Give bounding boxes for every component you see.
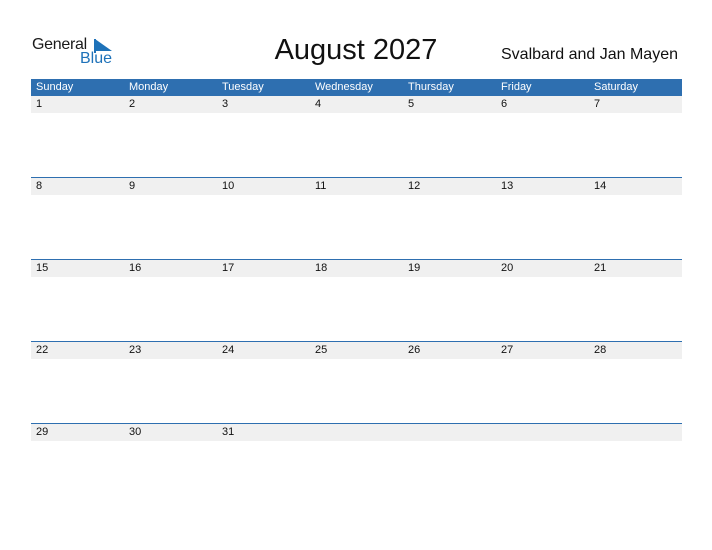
day-cell: 25 [315, 344, 328, 356]
week-row: 1 2 3 4 5 6 7 [31, 96, 682, 177]
day-cell: 12 [408, 180, 421, 192]
day-cell: 17 [222, 262, 235, 274]
weekday-wednesday: Wednesday [315, 81, 373, 93]
day-cell [310, 424, 403, 441]
weekday-thursday: Thursday [408, 81, 454, 93]
day-cell: 7 [594, 98, 601, 110]
day-cell: 11 [315, 180, 327, 192]
day-cell: 13 [501, 180, 514, 192]
day-cell: 8 [36, 180, 43, 192]
day-cell: 28 [594, 344, 607, 356]
day-cell: 6 [501, 98, 508, 110]
day-cell: 9 [129, 180, 136, 192]
day-cell: 10 [222, 180, 235, 192]
week-row: 15 16 17 18 19 20 21 [31, 259, 682, 341]
date-strip: 22 23 24 25 26 27 28 [31, 342, 682, 359]
day-cell: 31 [222, 426, 235, 438]
day-cell: 2 [129, 98, 136, 110]
weekday-friday: Friday [501, 81, 532, 93]
day-cell: 18 [315, 262, 328, 274]
day-cell: 5 [408, 98, 415, 110]
week-row: 8 9 10 11 12 13 14 [31, 177, 682, 259]
day-cell: 29 [36, 426, 49, 438]
date-strip: 8 9 10 11 12 13 14 [31, 178, 682, 195]
day-cell: 14 [594, 180, 607, 192]
week-row: 29 30 31 [31, 423, 682, 505]
calendar-grid: Sunday Monday Tuesday Wednesday Thursday… [31, 79, 682, 505]
day-cell: 23 [129, 344, 142, 356]
day-cell: 30 [129, 426, 142, 438]
day-cell: 3 [222, 98, 229, 110]
day-cell: 4 [315, 98, 322, 110]
day-cell [496, 424, 589, 441]
date-strip: 15 16 17 18 19 20 21 [31, 260, 682, 277]
weekday-sunday: Sunday [36, 81, 74, 93]
date-strip: 29 30 31 [31, 424, 682, 441]
weekday-saturday: Saturday [594, 81, 639, 93]
day-cell: 15 [36, 262, 49, 274]
day-cell: 20 [501, 262, 514, 274]
day-cell: 16 [129, 262, 142, 274]
day-cell: 1 [36, 98, 43, 110]
day-cell: 22 [36, 344, 49, 356]
weekday-tuesday: Tuesday [222, 81, 264, 93]
weekday-header: Sunday Monday Tuesday Wednesday Thursday… [31, 79, 682, 96]
day-cell: 21 [594, 262, 607, 274]
day-cell: 19 [408, 262, 421, 274]
region-name: Svalbard and Jan Mayen [501, 46, 678, 63]
day-cell: 24 [222, 344, 235, 356]
weekday-monday: Monday [129, 81, 169, 93]
day-cell [589, 424, 682, 441]
day-cell: 26 [408, 344, 421, 356]
day-cell: 27 [501, 344, 514, 356]
week-row: 22 23 24 25 26 27 28 [31, 341, 682, 423]
day-cell [403, 424, 496, 441]
date-strip: 1 2 3 4 5 6 7 [31, 96, 682, 113]
